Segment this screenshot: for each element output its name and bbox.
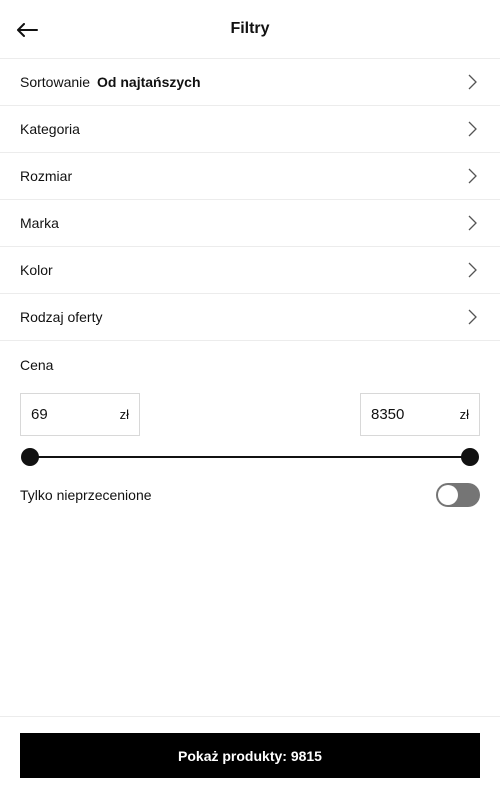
filter-label: Sortowanie: [20, 74, 91, 90]
filter-row-sort[interactable]: Sortowanie Od najtańszych: [0, 59, 500, 106]
filter-label: Rodzaj oferty: [20, 309, 103, 325]
chevron-right-icon: [464, 215, 480, 231]
chevron-right-icon: [464, 168, 480, 184]
filter-row-brand[interactable]: Marka: [0, 200, 500, 247]
price-label: Cena: [20, 357, 54, 373]
header: Filtry: [0, 0, 500, 59]
filter-row-category[interactable]: Kategoria: [0, 106, 500, 153]
chevron-right-icon: [464, 74, 480, 90]
filter-row-size[interactable]: Rozmiar: [0, 153, 500, 200]
price-min-field[interactable]: 69 zł: [20, 393, 140, 436]
filter-label: Rozmiar: [20, 168, 73, 184]
filter-list: Sortowanie Od najtańszych Kategoria Rozm…: [0, 59, 500, 341]
currency-label: zł: [119, 407, 129, 422]
chevron-right-icon: [464, 309, 480, 325]
currency-label: zł: [459, 407, 469, 422]
filter-value: Od najtańszych: [97, 74, 201, 90]
price-max-field[interactable]: 8350 zł: [360, 393, 480, 436]
non-discounted-toggle[interactable]: [436, 483, 480, 507]
footer-divider: [0, 716, 500, 717]
price-range-slider[interactable]: [20, 446, 480, 468]
toggle-label: Tylko nieprzecenione: [20, 487, 152, 503]
show-products-button[interactable]: Pokaż produkty: 9815: [20, 733, 480, 778]
price-max-value: 8350: [371, 406, 405, 423]
slider-min-handle[interactable]: [21, 448, 39, 466]
filter-row-offer-type[interactable]: Rodzaj oferty: [0, 294, 500, 341]
slider-max-handle[interactable]: [461, 448, 479, 466]
filter-label: Kolor: [20, 262, 53, 278]
price-min-value: 69: [31, 406, 48, 423]
filter-row-color[interactable]: Kolor: [0, 247, 500, 294]
filter-label: Kategoria: [20, 121, 80, 137]
toggle-thumb: [438, 485, 458, 505]
chevron-right-icon: [464, 262, 480, 278]
chevron-right-icon: [464, 121, 480, 137]
page-title: Filtry: [230, 20, 270, 37]
slider-track: [30, 456, 470, 458]
filter-label: Marka: [20, 215, 59, 231]
